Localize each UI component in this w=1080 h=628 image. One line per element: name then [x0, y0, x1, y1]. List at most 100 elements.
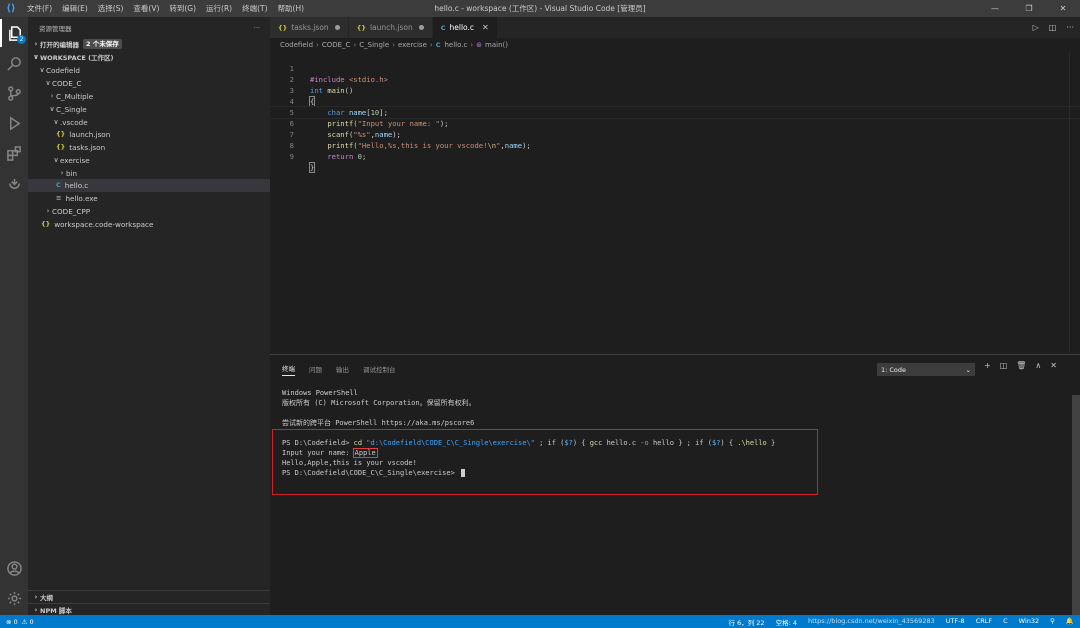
json-file-icon: {} [41, 220, 51, 229]
code-line: 7 printf("Hello,%s,this is your vscode!\… [270, 118, 1080, 150]
tree-item-hello-exe[interactable]: ≡ hello.exe [28, 192, 270, 205]
new-terminal-icon[interactable]: + [984, 361, 991, 370]
menu-view[interactable]: 查看(V) [128, 0, 164, 17]
search-icon[interactable] [0, 49, 28, 77]
workspace-label: WORKSPACE (工作区) [40, 54, 114, 63]
indentation[interactable]: 空格: 4 [776, 617, 797, 627]
warnings-status[interactable]: ⚠ 0 [22, 618, 34, 626]
tree-item-c-multiple[interactable]: › C_Multiple [28, 90, 270, 103]
vscode-logo-icon: ⟨⟩ [6, 3, 16, 14]
menu-terminal[interactable]: 终端(T) [237, 0, 272, 17]
panel-scrollbar[interactable] [1072, 395, 1080, 615]
tree-item-code-c[interactable]: ∨ CODE_C [28, 77, 270, 90]
terminal-select[interactable]: 1: Code ⌄ [877, 363, 975, 376]
open-editors-section[interactable]: › 打开的编辑器 2 个未保存 [28, 38, 270, 51]
code-line: 5 printf("Input your name: "); [270, 96, 1080, 128]
run-debug-icon[interactable] [0, 109, 28, 137]
tree-item-label: workspace.code-workspace [54, 219, 154, 229]
breadcrumb-item[interactable]: C_Single [359, 41, 389, 49]
workspace-section[interactable]: ∨ WORKSPACE (工作区) [28, 51, 270, 64]
unsaved-badge: 2 个未保存 [83, 39, 122, 50]
tree-item-code-cpp[interactable]: › CODE_CPP [28, 205, 270, 218]
code-token: return [327, 152, 354, 161]
bell-icon[interactable]: 🔔 [1066, 617, 1074, 627]
tab-output[interactable]: 输出 [336, 364, 349, 374]
tree-item-workspace-file[interactable]: {} workspace.code-workspace [28, 218, 270, 231]
tree-item-label: Codefield [46, 65, 80, 75]
tree-item-launch-json[interactable]: {} launch.json [28, 128, 270, 141]
tree-item-bin[interactable]: › bin [28, 167, 270, 180]
c-file-icon: C [440, 23, 446, 32]
tab-launch-json[interactable]: {} launch.json [348, 17, 433, 38]
trash-icon[interactable]: 🗑 [1016, 361, 1026, 370]
window-controls: — ❐ ✕ [978, 0, 1080, 17]
close-window-button[interactable]: ✕ [1046, 0, 1080, 17]
tree-item-hello-c[interactable]: C hello.c [28, 179, 270, 192]
errors-status[interactable]: ⊗ 0 [6, 618, 18, 626]
chevron-right-icon: › [60, 169, 64, 178]
code-editor[interactable]: 1 #include <stdio.h> 2 int main() 3 { 4 … [269, 52, 1080, 173]
remote-icon[interactable] [0, 169, 28, 197]
breadcrumb-item[interactable]: exercise [398, 41, 427, 49]
outline-section[interactable]: › 大纲 [28, 590, 270, 603]
minimize-button[interactable]: — [978, 0, 1012, 17]
split-terminal-icon[interactable]: ◫ [1000, 361, 1008, 370]
json-file-icon: {} [56, 130, 66, 139]
run-code-icon[interactable]: ▷ [1033, 23, 1039, 32]
tree-item-c-single[interactable]: ∨ C_Single [28, 103, 270, 116]
tab-debug-console[interactable]: 调试控制台 [363, 364, 396, 374]
editor-more-icon[interactable]: ··· [1066, 23, 1074, 32]
tree-item-label: .vscode [60, 117, 88, 127]
encoding[interactable]: UTF-8 [946, 617, 965, 627]
c-file-icon: C [56, 181, 61, 190]
code-token: 0 [353, 152, 362, 161]
platform-config[interactable]: Win32 [1019, 617, 1039, 627]
breadcrumb-item[interactable]: Codefield [280, 41, 313, 49]
split-editor-icon[interactable]: ◫ [1049, 23, 1057, 32]
extensions-icon[interactable] [0, 139, 28, 167]
tab-problems[interactable]: 问题 [309, 364, 322, 374]
tab-terminal[interactable]: 终端 [282, 363, 295, 376]
menu-run[interactable]: 运行(R) [201, 0, 237, 17]
maximize-panel-icon[interactable]: ∧ [1035, 361, 1041, 370]
tree-item-vscode[interactable]: ∨ .vscode [28, 116, 270, 129]
code-line: 9 } [270, 140, 1080, 173]
chevron-right-icon: › [34, 40, 38, 49]
maximize-button[interactable]: ❐ [1012, 0, 1046, 17]
code-text: return 0; [310, 151, 366, 162]
json-file-icon: {} [278, 23, 288, 32]
tree-item-codefield[interactable]: ∨ Codefield [28, 64, 270, 77]
language-mode[interactable]: C [1003, 617, 1008, 627]
menu-file[interactable]: 文件(F) [22, 0, 57, 17]
tree-item-tasks-json[interactable]: {} tasks.json [28, 141, 270, 154]
source-control-icon[interactable] [0, 79, 28, 107]
line-ending[interactable]: CRLF [976, 617, 992, 627]
code-token: ; [361, 152, 367, 161]
chevron-right-icon: › [34, 592, 38, 601]
breadcrumb-item[interactable]: CODE_C [322, 41, 351, 49]
menu-edit[interactable]: 编辑(E) [57, 0, 93, 17]
editor-actions: ▷ ◫ ··· [1033, 17, 1074, 38]
menu-selection[interactable]: 选择(S) [93, 0, 129, 17]
cursor-position[interactable]: 行 6，列 22 [729, 617, 765, 627]
chevron-right-icon: › [50, 92, 54, 101]
menu-help[interactable]: 帮助(H) [273, 0, 310, 17]
menu-go[interactable]: 转到(G) [164, 0, 201, 17]
account-icon[interactable] [0, 554, 28, 582]
settings-gear-icon[interactable] [0, 584, 28, 612]
sidebar-more-button[interactable]: ··· [254, 24, 260, 32]
close-tab-icon[interactable]: ✕ [482, 23, 489, 32]
close-panel-icon[interactable]: ✕ [1050, 361, 1057, 370]
explorer-icon[interactable]: 2 [0, 19, 28, 47]
breadcrumb-file[interactable]: hello.c [444, 41, 467, 49]
minimap-guide [1069, 52, 1070, 352]
npm-scripts-section[interactable]: › NPM 脚本 [28, 603, 270, 616]
tab-hello-c[interactable]: C hello.c ✕ [432, 17, 498, 38]
tab-tasks-json[interactable]: {} tasks.json [270, 17, 349, 38]
tree-item-exercise[interactable]: ∨ exercise [28, 154, 270, 167]
feedback-icon[interactable]: ⚲ [1050, 617, 1055, 627]
panel-actions: + ◫ 🗑 ∧ ✕ [984, 361, 1057, 370]
function-symbol-icon: ⊛ [476, 41, 483, 49]
json-file-icon: {} [56, 143, 66, 152]
breadcrumb-symbol[interactable]: main() [485, 41, 508, 49]
